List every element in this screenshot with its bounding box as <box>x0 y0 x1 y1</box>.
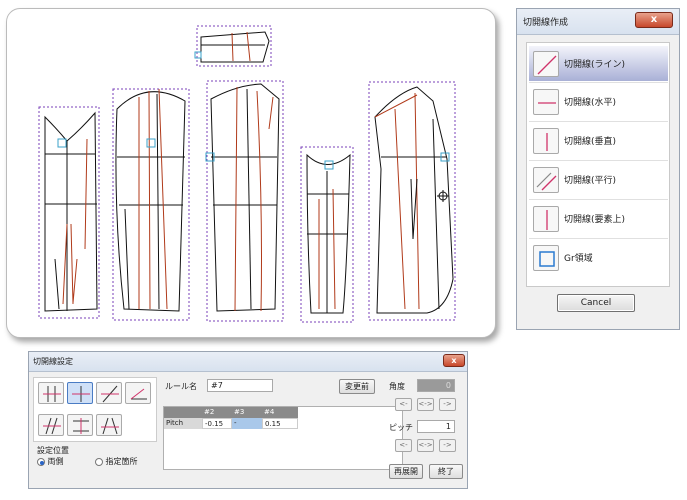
tool-cut-line-horizontal[interactable]: 切開線(水平) <box>529 84 668 119</box>
tool-list: 切開線(ライン) 切開線(水平) 切開線(垂直) 切開線(平行) 切開線(要素上… <box>526 42 670 287</box>
pitch-arrow-right-button[interactable]: -> <box>439 439 456 452</box>
change-before-button[interactable]: 変更前 <box>339 379 375 394</box>
diagonal-line-icon <box>533 50 559 77</box>
radio-dot <box>37 457 45 466</box>
tool-cut-line-vertical[interactable]: 切開線(垂直) <box>529 123 668 158</box>
dialog-title-bar: 切開線設定 x <box>29 352 467 372</box>
tool-cut-line-line[interactable]: 切開線(ライン) <box>529 46 668 81</box>
multi-line-mode-icon[interactable] <box>38 414 64 436</box>
tool-gr-region[interactable]: Gr領域 <box>529 240 668 275</box>
tool-label: 切開線(ライン) <box>564 60 626 70</box>
table-header-cell: #4 <box>262 407 298 418</box>
table-cell[interactable]: - <box>232 418 262 429</box>
arrow-left-button[interactable]: <- <box>395 398 412 411</box>
angle-mode-icon[interactable] <box>125 382 151 404</box>
mode-toolbar <box>33 377 157 442</box>
close-button[interactable]: x <box>635 12 673 28</box>
table-header-cell <box>164 407 202 418</box>
parallel-lines-icon <box>533 166 559 193</box>
radio-label: 両側 <box>47 457 64 466</box>
radio-dot <box>95 457 103 466</box>
tool-cut-line-parallel[interactable]: 切開線(平行) <box>529 162 668 197</box>
table-row-label: Pitch <box>164 418 202 429</box>
finish-button[interactable]: 終了 <box>429 464 463 479</box>
pitch-arrow-both-button[interactable]: <-> <box>417 439 434 452</box>
dialog-title: 切開線設定 <box>33 357 73 366</box>
fan-mode-icon[interactable] <box>96 414 122 436</box>
tool-cut-line-on-element[interactable]: 切開線(要素上) <box>529 201 668 236</box>
pitch-label: ピッチ <box>389 423 413 432</box>
square-region-icon <box>533 244 559 271</box>
pattern-piece <box>200 31 270 63</box>
position-label: 設定位置 <box>37 446 69 455</box>
close-button[interactable]: x <box>443 354 465 367</box>
pattern-canvas[interactable] <box>6 8 496 338</box>
radio-label: 指定箇所 <box>105 457 138 466</box>
spread-mode-icon[interactable] <box>67 414 93 436</box>
cancel-button[interactable]: Cancel <box>557 294 635 312</box>
tool-label: 切開線(垂直) <box>564 137 617 147</box>
angle-input[interactable]: 0 <box>417 379 455 392</box>
tool-label: 切開線(要素上) <box>564 215 626 225</box>
table-cell[interactable]: 0.15 <box>262 418 298 429</box>
table-cell[interactable]: -0.15 <box>202 418 232 429</box>
vertical-line-icon <box>533 127 559 154</box>
arrow-right-button[interactable]: -> <box>439 398 456 411</box>
slant-line-mode-icon[interactable] <box>96 382 122 404</box>
table-header-cell: #3 <box>232 407 262 418</box>
rule-name-input[interactable]: #7 <box>207 379 273 392</box>
pitch-table: #2 #3 #4 Pitch -0.15 - 0.15 <box>163 406 403 470</box>
pitch-input[interactable]: 1 <box>417 420 455 433</box>
rule-name-label: ルール名 <box>165 382 197 391</box>
pitch-arrow-left-button[interactable]: <- <box>395 439 412 452</box>
tool-label: 切開線(水平) <box>564 98 617 108</box>
angle-label: 角度 <box>389 382 405 391</box>
tool-label: Gr領域 <box>564 254 593 264</box>
cut-line-settings-dialog: 切開線設定 x 設定位置 両側 指定箇所 ルール名 #7 変更前 #2 #3 #… <box>28 351 468 489</box>
pattern-piece <box>115 91 186 312</box>
dialog-title-bar: 切開線作成 x <box>517 9 679 35</box>
radio-both[interactable]: 両側 <box>37 456 64 467</box>
reexpand-button[interactable]: 再展開 <box>389 464 423 479</box>
horizontal-line-icon <box>533 88 559 115</box>
double-line-mode-icon[interactable] <box>38 382 64 404</box>
tool-label: 切開線(平行) <box>564 176 617 186</box>
radio-specified[interactable]: 指定箇所 <box>95 456 138 467</box>
element-line-icon <box>533 205 559 232</box>
pattern-piece <box>44 111 98 312</box>
dialog-title: 切開線作成 <box>523 18 569 28</box>
cut-line-create-dialog: 切開線作成 x 切開線(ライン) 切開線(水平) 切開線(垂直) 切開線(平行)… <box>516 8 680 330</box>
pattern-piece <box>210 83 280 312</box>
table-header-cell: #2 <box>202 407 232 418</box>
arrow-both-button[interactable]: <-> <box>417 398 434 411</box>
cross-line-mode-icon[interactable] <box>67 382 93 404</box>
